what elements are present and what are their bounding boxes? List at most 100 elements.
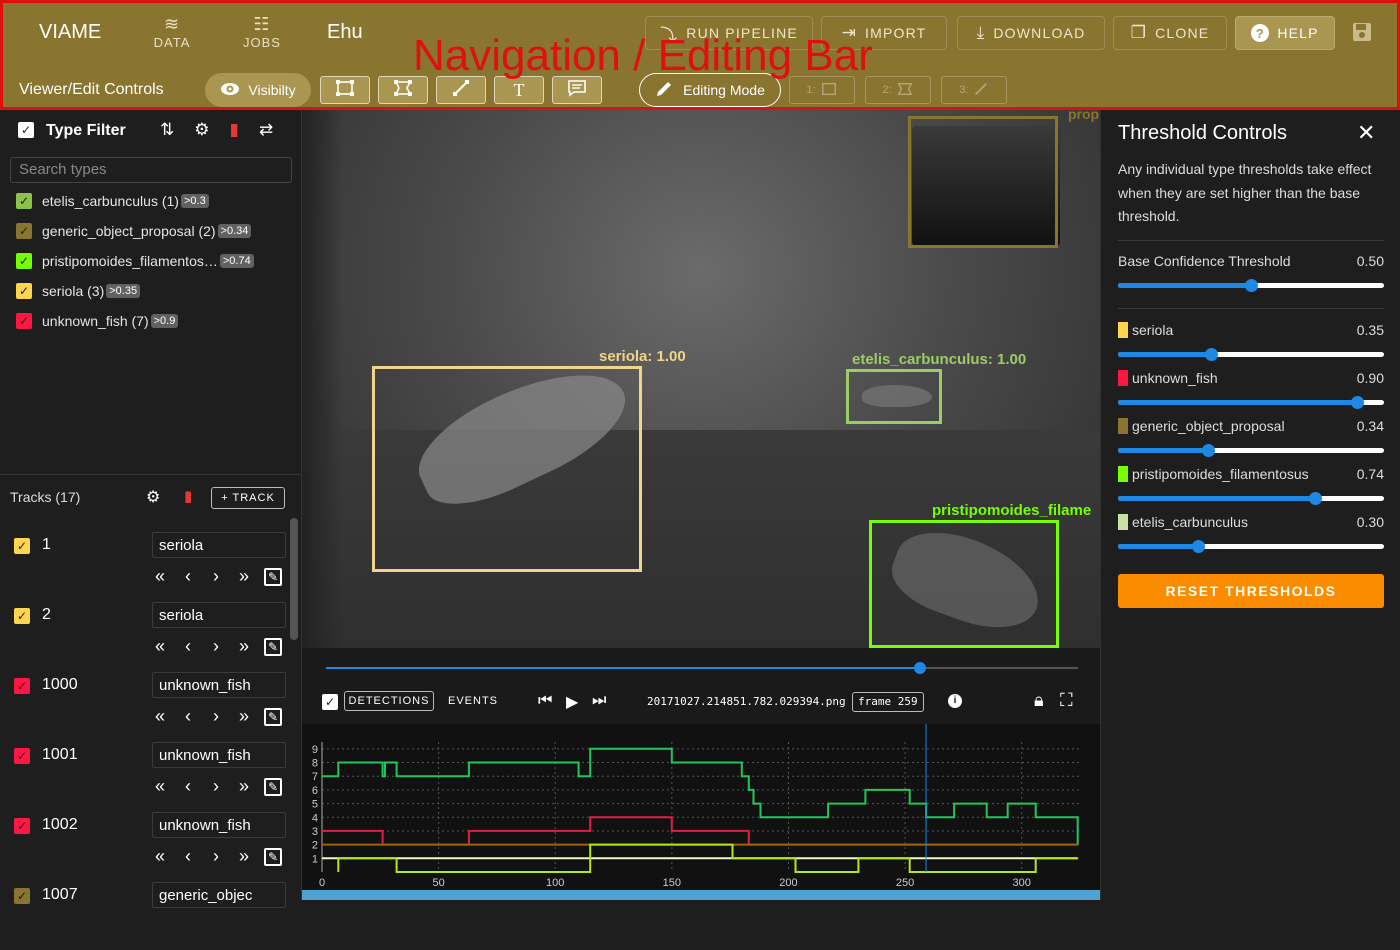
last-frame-icon[interactable]: »	[236, 846, 252, 867]
type-threshold-handle[interactable]	[1351, 396, 1364, 409]
type-filter-item[interactable]: ✓ pristipomoides_filamentos… >0.74	[16, 250, 254, 272]
visibility-toggle[interactable]: Visibilty	[205, 73, 311, 107]
fit-screen-icon[interactable]: ⛶	[1060, 690, 1073, 711]
track-type-input[interactable]: generic_objec	[152, 882, 286, 908]
y-tick-label: 2	[312, 840, 318, 852]
type-threshold-handle[interactable]	[1192, 540, 1205, 553]
detections-tab[interactable]: DETECTIONS	[344, 691, 434, 711]
prev-frame-icon[interactable]: ‹	[180, 706, 196, 727]
first-frame-icon[interactable]: «	[152, 706, 168, 727]
type-threshold-handle[interactable]	[1202, 444, 1215, 457]
sort-icon[interactable]: ⇅	[160, 120, 174, 140]
info-icon[interactable]: i	[948, 694, 962, 708]
swap-icon[interactable]: ⇄	[259, 120, 273, 140]
nav-jobs-button[interactable]: ☷ JOBS	[227, 13, 297, 50]
skip-back-icon[interactable]: ⏮	[538, 692, 552, 710]
first-frame-icon[interactable]: «	[152, 636, 168, 657]
edit-track-icon[interactable]: ✎	[264, 637, 282, 656]
help-button[interactable]: ? HELP	[1235, 16, 1335, 50]
delete-icon[interactable]: ▮	[230, 120, 239, 140]
track-type-input[interactable]: unknown_fish	[152, 812, 286, 838]
last-frame-icon[interactable]: »	[236, 706, 252, 727]
type-threshold-handle[interactable]	[1205, 348, 1218, 361]
track-checkbox[interactable]: ✓	[14, 748, 30, 764]
timeline-checkbox[interactable]: ✓	[322, 694, 338, 710]
detection-box-etelis[interactable]	[846, 369, 942, 424]
download-button[interactable]: ⤓ DOWNLOAD	[957, 16, 1105, 50]
nav-data-button[interactable]: ≋ DATA	[137, 13, 207, 50]
play-icon[interactable]: ▶	[566, 692, 578, 712]
track-checkbox[interactable]: ✓	[14, 608, 30, 624]
brand-logo[interactable]: VIAME	[39, 21, 101, 44]
type-checkbox[interactable]: ✓	[16, 253, 32, 269]
search-types-input[interactable]: Search types	[10, 157, 292, 183]
first-frame-icon[interactable]: «	[152, 776, 168, 797]
rectangle-tool-button[interactable]	[320, 76, 370, 104]
track-checkbox[interactable]: ✓	[14, 678, 30, 694]
skip-forward-icon[interactable]: ⏭	[592, 692, 606, 710]
events-tab[interactable]: EVENTS	[442, 691, 504, 711]
track-row[interactable]: ✓ 1001 unknown_fish « ‹ › » ✎	[0, 740, 290, 810]
next-frame-icon[interactable]: ›	[208, 776, 224, 797]
last-frame-icon[interactable]: »	[236, 776, 252, 797]
delete-icon[interactable]: ▮	[184, 487, 192, 505]
last-frame-icon[interactable]: »	[236, 636, 252, 657]
type-filter-checkbox[interactable]: ✓	[18, 122, 34, 138]
mode-2-polygon-button[interactable]: 2:	[865, 76, 931, 104]
type-checkbox[interactable]: ✓	[16, 283, 32, 299]
track-row[interactable]: ✓ 1007 generic_objec	[0, 880, 290, 950]
track-checkbox[interactable]: ✓	[14, 538, 30, 554]
line-icon	[973, 81, 989, 100]
save-icon[interactable]	[1351, 21, 1375, 45]
scrubber-handle[interactable]	[914, 662, 926, 674]
edit-track-icon[interactable]: ✎	[264, 707, 282, 726]
track-type-input[interactable]: unknown_fish	[152, 672, 286, 698]
type-filter-item[interactable]: ✓ generic_object_proposal (2) >0.34	[16, 220, 252, 242]
prev-frame-icon[interactable]: ‹	[180, 566, 196, 587]
type-filter-item[interactable]: ✓ etelis_carbunculus (1) >0.3	[16, 190, 209, 212]
prev-frame-icon[interactable]: ‹	[180, 776, 196, 797]
track-timeline-chart[interactable]: 1 2 3 4 5 6 7 8 9 0 50 100 150 200 250 300	[302, 724, 1100, 900]
base-threshold-handle[interactable]	[1245, 279, 1258, 292]
next-frame-icon[interactable]: ›	[208, 636, 224, 657]
track-row[interactable]: ✓ 1002 unknown_fish « ‹ › » ✎	[0, 810, 290, 880]
close-icon[interactable]: ✕	[1357, 120, 1375, 146]
track-row[interactable]: ✓ 2 seriola « ‹ › » ✎	[0, 600, 290, 670]
track-row[interactable]: ✓ 1000 unknown_fish « ‹ › » ✎	[0, 670, 290, 740]
lock-icon[interactable]: 🔒︎	[1034, 690, 1044, 711]
prev-frame-icon[interactable]: ‹	[180, 636, 196, 657]
edit-track-icon[interactable]: ✎	[264, 847, 282, 866]
track-list-scrollbar[interactable]	[290, 518, 298, 640]
clone-button[interactable]: ❐ CLONE	[1113, 16, 1227, 50]
type-threshold-handle[interactable]	[1309, 492, 1322, 505]
edit-track-icon[interactable]: ✎	[264, 777, 282, 796]
detection-box-pristipomoides[interactable]	[869, 520, 1059, 648]
video-viewer[interactable]: seriola: 1.00 etelis_carbunculus: 1.00 p…	[302, 110, 1100, 648]
track-checkbox[interactable]: ✓	[14, 818, 30, 834]
type-filter-item[interactable]: ✓ seriola (3) >0.35	[16, 280, 141, 302]
next-frame-icon[interactable]: ›	[208, 846, 224, 867]
last-frame-icon[interactable]: »	[236, 566, 252, 587]
next-frame-icon[interactable]: ›	[208, 566, 224, 587]
type-checkbox[interactable]: ✓	[16, 223, 32, 239]
gear-icon[interactable]: ⚙	[194, 120, 209, 140]
track-checkbox[interactable]: ✓	[14, 888, 30, 904]
type-checkbox[interactable]: ✓	[16, 313, 32, 329]
track-type-input[interactable]: seriola	[152, 532, 286, 558]
reset-thresholds-button[interactable]: RESET THRESHOLDS	[1118, 574, 1384, 608]
detection-box-proposal[interactable]	[908, 116, 1058, 248]
type-checkbox[interactable]: ✓	[16, 193, 32, 209]
detection-box-seriola[interactable]	[372, 366, 642, 572]
add-track-button[interactable]: + TRACK	[211, 487, 285, 509]
first-frame-icon[interactable]: «	[152, 566, 168, 587]
gear-icon[interactable]: ⚙	[146, 487, 160, 507]
track-type-input[interactable]: seriola	[152, 602, 286, 628]
type-filter-item[interactable]: ✓ unknown_fish (7) >0.9	[16, 310, 179, 332]
first-frame-icon[interactable]: «	[152, 846, 168, 867]
edit-track-icon[interactable]: ✎	[264, 567, 282, 586]
mode-3-line-button[interactable]: 3:	[941, 76, 1007, 104]
track-row[interactable]: ✓ 1 seriola « ‹ › » ✎	[0, 530, 290, 600]
prev-frame-icon[interactable]: ‹	[180, 846, 196, 867]
next-frame-icon[interactable]: ›	[208, 706, 224, 727]
track-type-input[interactable]: unknown_fish	[152, 742, 286, 768]
